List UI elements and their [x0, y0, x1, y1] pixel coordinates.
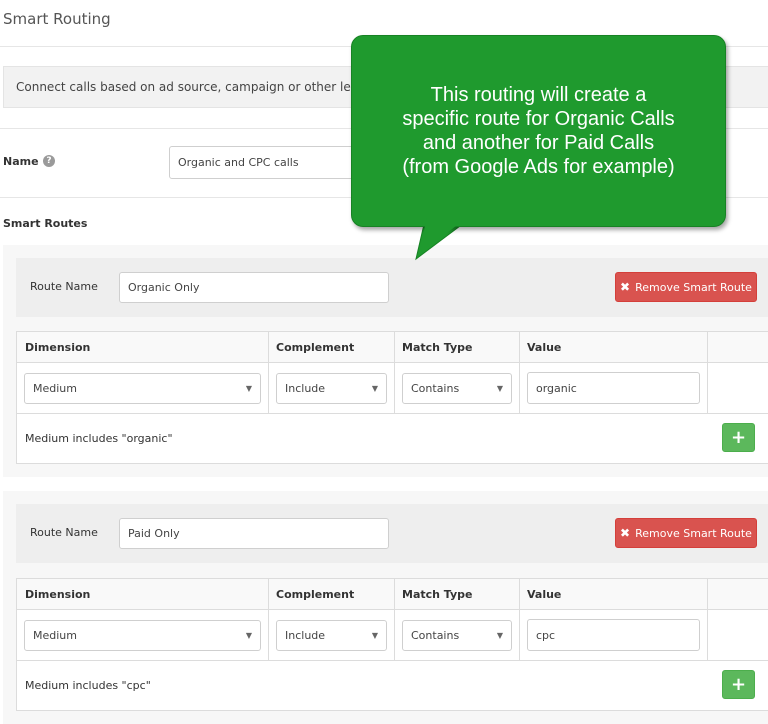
route-name-label: Route Name	[30, 526, 98, 539]
callout-bubble: This routing will create a specific rout…	[351, 35, 726, 227]
callout-line: specific route for Organic Calls	[402, 108, 675, 130]
match-type-selected: Contains	[411, 629, 460, 642]
close-icon: ✖	[620, 280, 631, 294]
table-header	[17, 332, 768, 363]
route-header: Route Name Paid Only ✖ Remove Smart Rout…	[16, 504, 768, 563]
add-condition-button[interactable]: +	[722, 423, 755, 452]
route-name-label: Route Name	[30, 280, 98, 293]
route-name-input[interactable]: Paid Only	[119, 518, 389, 549]
match-type-select[interactable]: Contains ▼	[402, 373, 512, 404]
plus-icon: +	[730, 427, 747, 448]
remove-smart-route-button[interactable]: ✖ Remove Smart Route	[615, 272, 757, 302]
dimension-selected: Medium	[33, 629, 77, 642]
smart-route-panel: Route Name Paid Only ✖ Remove Smart Rout…	[3, 491, 768, 724]
smart-route-panel: Route Name Organic Only ✖ Remove Smart R…	[3, 245, 768, 477]
caret-down-icon: ▼	[371, 631, 378, 640]
caret-down-icon: ▼	[496, 384, 503, 393]
dimension-select[interactable]: Medium ▼	[24, 373, 261, 404]
name-label: Name	[3, 155, 39, 168]
value-input[interactable]: cpc	[527, 619, 700, 651]
condition-summary: Medium includes "organic"	[25, 432, 173, 445]
column-header-dimension: Dimension	[25, 588, 91, 601]
column-header-match-type: Match Type	[402, 588, 473, 601]
dimension-selected: Medium	[33, 382, 77, 395]
conditions-table: Dimension Complement Match Type Value Me…	[16, 331, 768, 464]
column-header-complement: Complement	[276, 341, 355, 354]
caret-down-icon: ▼	[371, 384, 378, 393]
remove-smart-route-label: Remove Smart Route	[635, 526, 752, 540]
callout-line: (from Google Ads for example)	[402, 156, 675, 178]
add-condition-button[interactable]: +	[722, 670, 755, 699]
caret-down-icon: ▼	[245, 384, 252, 393]
complement-selected: Include	[285, 382, 326, 395]
complement-select[interactable]: Include ▼	[276, 620, 387, 651]
conditions-table: Dimension Complement Match Type Value Me…	[16, 578, 768, 711]
remove-smart-route-button[interactable]: ✖ Remove Smart Route	[615, 518, 757, 548]
column-header-value: Value	[527, 588, 562, 601]
route-name-input[interactable]: Organic Only	[119, 272, 389, 303]
dimension-select[interactable]: Medium ▼	[24, 620, 261, 651]
callout-line: This routing will create a	[430, 84, 647, 106]
table-header	[17, 579, 768, 610]
smart-routes-title: Smart Routes	[3, 217, 88, 230]
match-type-select[interactable]: Contains ▼	[402, 620, 512, 651]
column-header-dimension: Dimension	[25, 341, 91, 354]
callout-line: and another for Paid Calls	[422, 132, 655, 154]
question-circle-icon[interactable]: ?	[43, 155, 55, 167]
remove-smart-route-label: Remove Smart Route	[635, 280, 752, 294]
value-input[interactable]: organic	[527, 372, 700, 404]
close-icon: ✖	[620, 526, 631, 540]
plus-icon: +	[730, 674, 747, 695]
column-header-match-type: Match Type	[402, 341, 473, 354]
column-header-complement: Complement	[276, 588, 355, 601]
page-title: Smart Routing	[3, 10, 111, 28]
match-type-selected: Contains	[411, 382, 460, 395]
caret-down-icon: ▼	[496, 631, 503, 640]
complement-selected: Include	[285, 629, 326, 642]
column-header-value: Value	[527, 341, 562, 354]
caret-down-icon: ▼	[245, 631, 252, 640]
route-header: Route Name Organic Only ✖ Remove Smart R…	[16, 258, 768, 317]
complement-select[interactable]: Include ▼	[276, 373, 387, 404]
condition-summary: Medium includes "cpc"	[25, 679, 151, 692]
